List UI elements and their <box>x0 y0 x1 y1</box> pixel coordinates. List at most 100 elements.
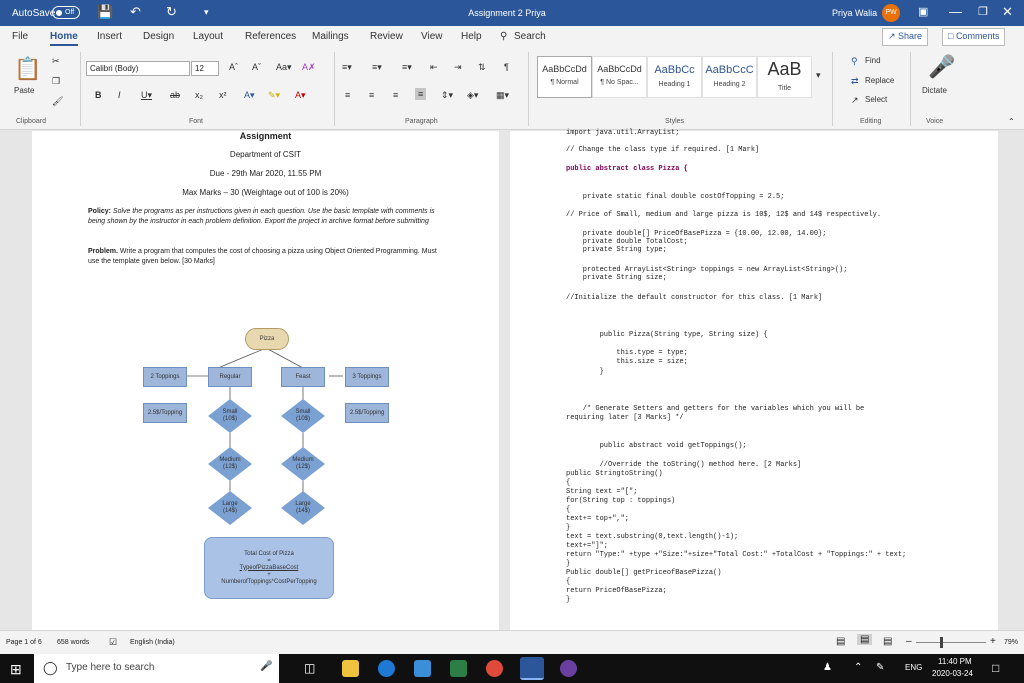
tab-layout[interactable]: Layout <box>193 31 223 42</box>
styles-more-icon[interactable]: ▾ <box>816 70 821 81</box>
underline-icon[interactable]: U▾ <box>141 90 152 101</box>
zoom-slider[interactable] <box>916 642 986 643</box>
font-size-box[interactable]: 12 <box>191 61 219 76</box>
avatar[interactable]: PW <box>882 4 900 22</box>
store-icon[interactable] <box>450 660 467 677</box>
clock-date[interactable]: 2020-03-24 <box>932 669 973 678</box>
chrome-icon[interactable] <box>486 660 503 677</box>
ribbon-display-icon[interactable]: ▣ <box>918 5 928 19</box>
line-spacing-icon[interactable]: ⇕▾ <box>441 90 453 101</box>
highlight-icon[interactable]: ✎▾ <box>268 90 280 101</box>
page-count[interactable]: Page 1 of 6 <box>6 639 42 646</box>
tab-references[interactable]: References <box>245 31 296 42</box>
word-count[interactable]: 658 words <box>57 639 89 646</box>
show-marks-icon[interactable]: ¶ <box>504 62 509 72</box>
superscript-icon[interactable]: x² <box>219 90 227 100</box>
text-effects-icon[interactable]: A▾ <box>244 90 255 101</box>
document-page-2[interactable]: import java.util.ArrayList; // Change th… <box>510 129 998 630</box>
select-icon[interactable]: ↗ <box>851 95 859 106</box>
style-heading-2[interactable]: AaBbCcC Heading 2 <box>702 56 757 98</box>
tab-file[interactable]: File <box>12 31 28 42</box>
tab-help[interactable]: Help <box>461 31 482 42</box>
web-layout-icon[interactable]: ▤ <box>883 636 892 647</box>
close-icon[interactable]: ✕ <box>1002 5 1013 19</box>
collapse-ribbon-icon[interactable]: ⌃ <box>1008 117 1015 126</box>
notification-icon[interactable]: □ <box>992 661 999 675</box>
italic-icon[interactable]: I <box>118 90 121 100</box>
increase-indent-icon[interactable]: ⇥ <box>454 62 462 73</box>
taskbar-search-box[interactable]: ◯ Type here to search 🎤 <box>34 654 279 683</box>
decrease-indent-icon[interactable]: ⇤ <box>430 62 438 73</box>
font-color-icon[interactable]: A▾ <box>295 90 306 101</box>
tab-design[interactable]: Design <box>143 31 174 42</box>
align-center-icon[interactable]: ≡ <box>369 90 374 100</box>
paste-label[interactable]: Paste <box>14 86 34 95</box>
windows-start-icon[interactable]: ⊞ <box>10 661 22 678</box>
multilevel-list-icon[interactable]: ≡▾ <box>402 62 412 73</box>
zoom-level[interactable]: 79% <box>1004 639 1018 646</box>
shrink-font-icon[interactable]: Aˇ <box>252 62 261 72</box>
cut-icon[interactable]: ✂ <box>52 56 60 67</box>
dictate-label[interactable]: Dictate <box>922 86 947 95</box>
select-label[interactable]: Select <box>865 95 887 104</box>
tab-insert[interactable]: Insert <box>97 31 122 42</box>
shading-icon[interactable]: ◈▾ <box>467 90 478 101</box>
format-painter-icon[interactable]: 🖌 <box>52 96 63 107</box>
proofing-icon[interactable]: ☑ <box>109 637 117 648</box>
minimize-icon[interactable]: — <box>949 5 962 19</box>
microphone-icon[interactable]: 🎤 <box>260 661 272 672</box>
numbering-icon[interactable]: ≡▾ <box>372 62 382 73</box>
tab-view[interactable]: View <box>421 31 443 42</box>
comments-button[interactable]: □ Comments <box>942 28 1006 46</box>
grow-font-icon[interactable]: Aˆ <box>229 62 238 72</box>
strikethrough-icon[interactable]: ab <box>170 90 180 100</box>
tray-chevron-icon[interactable]: ⌃ <box>854 662 862 673</box>
clear-formatting-icon[interactable]: A✗ <box>302 62 316 73</box>
people-icon[interactable]: ♟ <box>823 662 832 673</box>
tab-home[interactable]: Home <box>50 31 78 46</box>
align-right-icon[interactable]: ≡ <box>393 90 398 100</box>
zoom-out-icon[interactable]: – <box>906 636 912 647</box>
sort-icon[interactable]: ⇅ <box>478 62 486 73</box>
style-heading-1[interactable]: AaBbCc Heading 1 <box>647 56 702 98</box>
pen-icon[interactable]: ✎ <box>876 662 884 673</box>
style-no-spacing[interactable]: AaBbCcDd ¶ No Spac... <box>592 56 647 98</box>
justify-icon[interactable]: ≡ <box>415 88 427 100</box>
zoom-in-icon[interactable]: + <box>990 636 996 647</box>
find-label[interactable]: Find <box>865 56 881 65</box>
replace-icon[interactable]: ⇄ <box>851 76 859 87</box>
read-mode-icon[interactable]: ▤ <box>836 636 845 647</box>
document-page-1[interactable]: Assignment Department of CSIT Due - 29th… <box>32 131 499 630</box>
microphone-icon[interactable]: 🎤 <box>928 54 955 80</box>
tab-mailings[interactable]: Mailings <box>312 31 349 42</box>
paste-icon[interactable]: 📋 <box>14 56 41 82</box>
change-case-icon[interactable]: Aa▾ <box>276 62 292 73</box>
bullets-icon[interactable]: ≡▾ <box>342 62 352 73</box>
task-view-icon[interactable]: ◫ <box>304 661 315 675</box>
tab-review[interactable]: Review <box>370 31 403 42</box>
mail-icon[interactable] <box>414 660 431 677</box>
word-taskbar-icon[interactable] <box>520 657 544 680</box>
app-icon[interactable] <box>560 660 577 677</box>
find-icon[interactable]: ⚲ <box>851 56 858 67</box>
file-explorer-icon[interactable] <box>342 660 359 677</box>
language-status[interactable]: English (India) <box>130 639 175 646</box>
copy-icon[interactable]: ❐ <box>52 76 60 87</box>
style-title[interactable]: AaB Title <box>757 56 812 98</box>
user-name[interactable]: Priya Walia <box>832 8 877 18</box>
subscript-icon[interactable]: x₂ <box>195 90 203 100</box>
restore-icon[interactable]: ❐ <box>978 5 988 19</box>
zoom-slider-thumb[interactable] <box>940 637 943 648</box>
search-label[interactable]: Search <box>514 31 546 42</box>
align-left-icon[interactable]: ≡ <box>345 90 350 100</box>
style-normal[interactable]: AaBbCcDd ¶ Normal <box>537 56 592 98</box>
print-layout-icon[interactable]: ▤ <box>857 634 873 645</box>
replace-label[interactable]: Replace <box>865 76 894 85</box>
search-icon[interactable]: ⚲ <box>500 31 507 42</box>
edge-icon[interactable] <box>378 660 395 677</box>
borders-icon[interactable]: ▦▾ <box>496 90 509 101</box>
input-language[interactable]: ENG <box>905 663 922 672</box>
share-button[interactable]: ↗ Share <box>882 28 929 46</box>
clock-time[interactable]: 11:40 PM <box>938 657 972 666</box>
font-name-box[interactable]: Calibri (Body) <box>86 61 190 76</box>
